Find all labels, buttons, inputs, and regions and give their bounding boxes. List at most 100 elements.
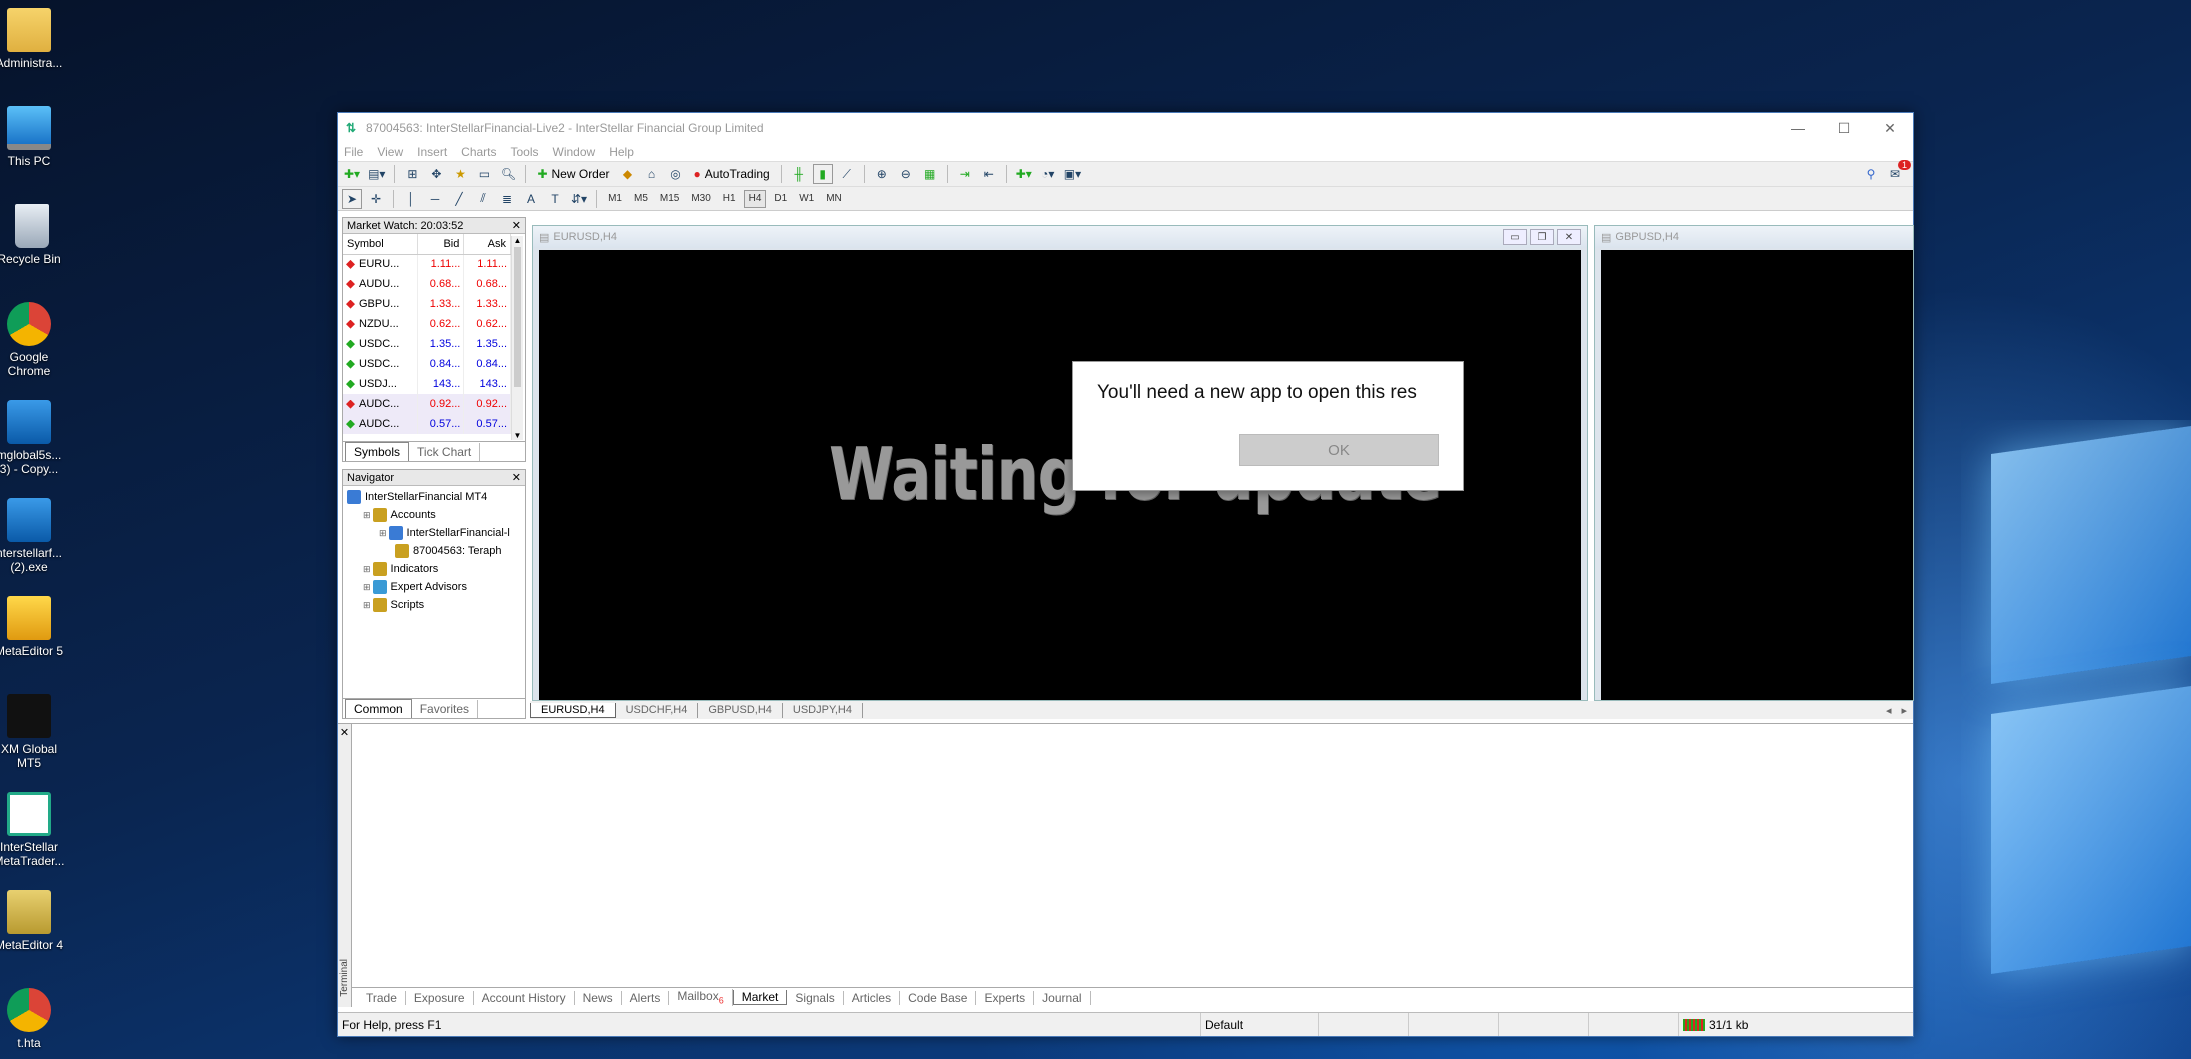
cursor-icon[interactable]: ➤ (342, 188, 362, 209)
channel-icon[interactable]: ⫽ (473, 189, 493, 209)
timeframe-m1[interactable]: M1 (604, 190, 626, 208)
chart-minimize-button[interactable]: ▭ (1503, 229, 1527, 245)
menu-view[interactable]: View (377, 145, 403, 159)
profiles-icon[interactable]: ▤▾ (366, 164, 387, 184)
menu-insert[interactable]: Insert (417, 145, 447, 159)
text-icon[interactable]: A (521, 189, 541, 209)
bar-chart-icon[interactable]: ╫ (789, 164, 809, 184)
timeframe-d1[interactable]: D1 (770, 190, 791, 208)
timeframe-w1[interactable]: W1 (795, 190, 818, 208)
desktop-shortcut[interactable]: mglobal5s... 3) - Copy... (0, 400, 61, 476)
column-header-bid[interactable]: Bid (417, 234, 465, 255)
vertical-line-icon[interactable]: │ (401, 189, 421, 209)
timeframe-m15[interactable]: M15 (656, 190, 683, 208)
desktop-shortcut[interactable]: Recycle Bin (0, 204, 61, 266)
autotrading-button[interactable]: ● AutoTrading (690, 164, 774, 184)
ok-button[interactable]: OK (1239, 434, 1439, 466)
market-watch-row[interactable]: AUDC... 0.92... 0.92... (343, 394, 511, 414)
tab-scroll-left-icon[interactable]: ◂ (1886, 704, 1892, 717)
close-icon[interactable]: ✕ (512, 471, 521, 484)
desktop-shortcut[interactable]: Google Chrome (0, 302, 58, 378)
navigator-item[interactable]: ⊞ Accounts (347, 506, 525, 524)
timeframe-m5[interactable]: M5 (630, 190, 652, 208)
timeframe-mn[interactable]: MN (822, 190, 846, 208)
menu-charts[interactable]: Charts (461, 145, 496, 159)
chart-canvas[interactable] (1601, 250, 1913, 700)
menu-help[interactable]: Help (609, 145, 634, 159)
scroll-thumb[interactable] (514, 247, 521, 387)
metaeditor-icon[interactable]: ◆ (618, 164, 638, 184)
navigator-item[interactable]: 87004563: Teraph (347, 542, 525, 560)
expand-icon[interactable]: ⊞ (363, 596, 371, 614)
tab-scroll-right-icon[interactable]: ▸ (1901, 704, 1907, 717)
timeframe-m30[interactable]: M30 (687, 190, 714, 208)
chart-shift-icon[interactable]: ⇤ (979, 164, 999, 184)
navigator-item[interactable]: InterStellarFinancial MT4 (347, 488, 525, 506)
navigator-item[interactable]: ⊞ Expert Advisors (347, 578, 525, 596)
close-icon[interactable]: ✕ (512, 219, 521, 232)
chart-tab[interactable]: USDCHF,H4 (616, 702, 699, 718)
new-order-button[interactable]: ✚ New Order (533, 164, 613, 184)
market-watch-row[interactable]: EURU... 1.11... 1.11... (343, 254, 511, 274)
chart-tab[interactable]: EURUSD,H4 (530, 702, 616, 718)
chart-restore-button[interactable]: ❐ (1530, 229, 1554, 245)
timeframe-h1[interactable]: H1 (719, 190, 740, 208)
tab-favorites[interactable]: Favorites (412, 700, 479, 718)
desktop-shortcut[interactable]: This PC (0, 106, 58, 168)
terminal-icon[interactable]: ▭ (474, 164, 494, 184)
search-icon[interactable]: ⚲ (1861, 164, 1881, 184)
menu-window[interactable]: Window (553, 145, 596, 159)
tile-windows-icon[interactable]: ▦ (920, 164, 940, 184)
navigator-item[interactable]: ⊞ Indicators (347, 560, 525, 578)
market-watch-row[interactable]: USDJ... 143... 143... (343, 374, 511, 394)
menu-file[interactable]: File (344, 145, 363, 159)
maximize-button[interactable]: ☐ (1821, 113, 1867, 143)
tab-symbols[interactable]: Symbols (345, 442, 410, 461)
market-watch-row[interactable]: USDC... 1.35... 1.35... (343, 334, 511, 354)
chart-tab[interactable]: GBPUSD,H4 (698, 702, 783, 718)
zoom-out-icon[interactable]: ⊖ (896, 164, 916, 184)
column-header-symbol[interactable]: Symbol (343, 234, 418, 255)
line-chart-icon[interactable]: ⟋ (837, 164, 857, 184)
desktop-shortcut[interactable]: t.hta (0, 988, 58, 1050)
expand-icon[interactable]: ⊞ (363, 506, 371, 524)
close-button[interactable]: ✕ (1867, 113, 1913, 143)
signals-icon[interactable]: ⌂ (642, 164, 662, 184)
market-icon[interactable]: ◎ (666, 164, 686, 184)
market-watch-row[interactable]: AUDU... 0.68... 0.68... (343, 274, 511, 294)
navigator-icon[interactable]: ★ (450, 164, 470, 184)
trendline-icon[interactable]: ╱ (449, 189, 469, 209)
candlestick-icon[interactable]: ▮ (812, 164, 833, 184)
desktop-shortcut[interactable]: InterStellar MetaTrader... (0, 792, 64, 868)
tab-market[interactable]: Market (732, 990, 788, 1005)
tab-articles[interactable]: Articles (844, 990, 901, 1005)
market-watch-row[interactable]: GBPU... 1.33... 1.33... (343, 294, 511, 314)
scroll-up-icon[interactable]: ▲ (512, 236, 523, 245)
desktop-shortcut[interactable]: MetaEditor 4 (0, 890, 63, 952)
arrows-icon[interactable]: ⇵▾ (569, 189, 589, 209)
menu-tools[interactable]: Tools (511, 145, 539, 159)
strategy-tester-icon[interactable]: 🔍︎ (498, 164, 518, 184)
tab-common[interactable]: Common (345, 699, 412, 718)
timeframe-h4[interactable]: H4 (743, 189, 767, 208)
zoom-in-icon[interactable]: ⊕ (872, 164, 892, 184)
expand-icon[interactable]: ⊞ (379, 524, 387, 542)
text-label-icon[interactable]: T (545, 189, 565, 209)
indicators-icon[interactable]: ✚▾ (1014, 164, 1034, 184)
column-header-ask[interactable]: Ask (463, 234, 511, 255)
expand-icon[interactable]: ⊞ (363, 578, 371, 596)
tab-journal[interactable]: Journal (1034, 990, 1091, 1005)
scroll-down-icon[interactable]: ▼ (512, 431, 523, 440)
chart-window-gbpusd[interactable]: ▤ GBPUSD,H4 (1594, 225, 1914, 701)
tab-signals[interactable]: Signals (787, 990, 844, 1005)
navigator-item[interactable]: ⊞ Scripts (347, 596, 525, 614)
tab-news[interactable]: News (575, 990, 622, 1005)
tab-exposure[interactable]: Exposure (406, 990, 474, 1005)
market-watch-row[interactable]: NZDU... 0.62... 0.62... (343, 314, 511, 334)
tab-code-base[interactable]: Code Base (900, 990, 977, 1005)
tab-tick-chart[interactable]: Tick Chart (409, 443, 481, 461)
tab-account-history[interactable]: Account History (474, 990, 575, 1005)
market-watch-row[interactable]: USDC... 0.84... 0.84... (343, 354, 511, 374)
market-watch-icon[interactable]: ⊞ (402, 164, 422, 184)
desktop-shortcut[interactable]: XM Global MT5 (0, 694, 58, 770)
